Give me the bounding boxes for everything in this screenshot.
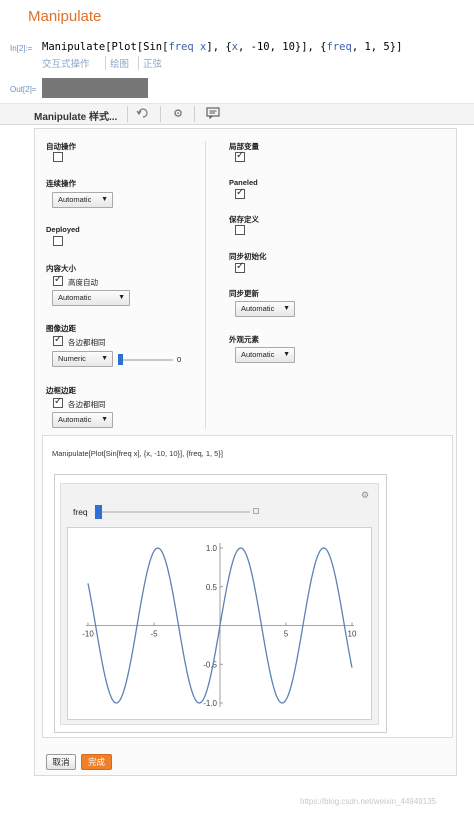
deployed-checkbox[interactable] (53, 236, 63, 246)
toolbar-divider (127, 106, 128, 122)
appearance-value: Automatic (241, 350, 275, 359)
cancel-button[interactable]: 取消 (46, 754, 76, 770)
plot-area: -10 -5 5 10 1.0 0.5 -0.5 -1.0 (67, 527, 372, 720)
x-tick-label: -5 (150, 630, 158, 639)
content-size-label: 内容大小 (46, 264, 76, 273)
chevron-down-icon: ▼ (118, 294, 125, 301)
image-margins-label: 图像边距 (46, 324, 76, 333)
chevron-down-icon: ▼ (283, 351, 290, 358)
chevron-down-icon: ▼ (101, 416, 108, 423)
toolbar-divider (160, 106, 161, 122)
code-var-freq: freq (326, 41, 352, 53)
x-tick-label: 5 (284, 630, 289, 639)
column-divider (205, 141, 206, 429)
sync-init-checkbox[interactable] (235, 261, 245, 273)
freq-slider-track[interactable] (95, 511, 250, 513)
chevron-down-icon: ▼ (101, 196, 108, 203)
paneled-label: Paneled (229, 178, 258, 187)
sync-update-label: 同步更新 (229, 289, 259, 298)
gear-icon[interactable]: ⚙ (170, 107, 186, 121)
output-placeholder (42, 78, 148, 98)
sync-update-dropdown[interactable]: Automatic ▼ (235, 301, 295, 317)
suggestion-sine[interactable]: 正弦 (138, 56, 162, 70)
y-tick-label: 1.0 (206, 544, 218, 553)
x-tick-label: -10 (82, 630, 94, 639)
image-margins-dropdown[interactable]: Numeric ▼ (52, 351, 113, 367)
code-prefix: Manipulate[Plot[Sin[ (42, 41, 169, 53)
appearance-dropdown[interactable]: Automatic ▼ (235, 347, 295, 363)
deployed-label: Deployed (46, 225, 80, 234)
suggestion-plot[interactable]: 绘图 (105, 56, 129, 70)
undo-icon[interactable] (135, 107, 151, 121)
code-mid2: , -10, 10}], { (238, 41, 327, 53)
y-tick-label: 0.5 (206, 583, 218, 592)
chevron-down-icon: ▼ (101, 355, 108, 362)
continuous-action-dropdown[interactable]: Automatic ▼ (52, 192, 113, 208)
toolbar-divider (194, 106, 195, 122)
output-expression: Manipulate[Plot[Sin[freq x], {x, -10, 10… (52, 449, 223, 458)
save-defs-label: 保存定义 (229, 215, 259, 224)
code-suffix: , 1, 5}] (351, 41, 403, 53)
image-margins-same-label: 各边都相同 (68, 338, 106, 347)
continuous-action-label: 连续操作 (46, 179, 76, 188)
frame-margins-label: 边框边距 (46, 386, 76, 395)
sync-update-value: Automatic (241, 304, 275, 313)
cell-title: Manipulate (28, 8, 102, 25)
auto-height-label: 高度自动 (68, 278, 98, 287)
image-margins-slider-thumb[interactable] (118, 354, 123, 365)
manipulate-options-icon[interactable]: ⚙ (361, 490, 369, 501)
suggestion-manipulate[interactable]: 交互式操作 (42, 56, 90, 70)
frame-margins-value: Automatic (58, 415, 92, 424)
image-margins-slider-value: 0 (177, 355, 182, 364)
frame-margins-same-checkbox[interactable] (53, 396, 63, 408)
input-code[interactable]: Manipulate[Plot[Sin[freq x], {x, -10, 10… (42, 41, 402, 53)
auto-action-label: 自动操作 (46, 142, 76, 151)
image-margins-value: Numeric (58, 354, 86, 363)
code-mid: ], { (206, 41, 232, 53)
content-size-value: Automatic (58, 293, 92, 302)
sync-init-label: 同步初始化 (229, 252, 267, 261)
sine-plot: -10 -5 5 10 1.0 0.5 -0.5 -1.0 (82, 543, 357, 708)
y-tick-label: -1.0 (203, 699, 217, 708)
frame-margins-same-label: 各边都相同 (68, 400, 106, 409)
image-margins-slider-track[interactable] (118, 359, 173, 361)
freq-expand-icon[interactable] (253, 508, 259, 514)
appearance-label: 外观元素 (229, 335, 259, 344)
y-tick-label: -0.5 (203, 660, 217, 669)
output-label: Out[2]= (10, 85, 37, 94)
code-var-freqx: freq x (168, 41, 207, 53)
paneled-checkbox[interactable] (235, 187, 245, 199)
watermark: https://blog.csdn.net/weixin_44949135 (300, 797, 437, 806)
continuous-action-value: Automatic (58, 195, 92, 204)
input-label: In[2]:= (10, 44, 33, 53)
comment-icon[interactable] (205, 107, 221, 121)
done-button[interactable]: 完成 (81, 754, 112, 770)
image-margins-same-checkbox[interactable] (53, 334, 63, 346)
freq-slider-thumb[interactable] (95, 505, 102, 519)
chevron-down-icon: ▼ (283, 305, 290, 312)
content-size-dropdown[interactable]: Automatic ▼ (52, 290, 130, 306)
frame-margins-dropdown[interactable]: Automatic ▼ (52, 412, 113, 428)
auto-action-checkbox[interactable] (53, 152, 63, 162)
x-tick-label: 10 (348, 630, 357, 639)
local-vars-checkbox[interactable] (235, 150, 245, 162)
manipulate-style-menu[interactable]: Manipulate 样式... (34, 108, 117, 123)
save-defs-checkbox[interactable] (235, 225, 245, 235)
freq-control-label: freq (73, 507, 88, 517)
auto-height-checkbox[interactable] (53, 274, 63, 286)
